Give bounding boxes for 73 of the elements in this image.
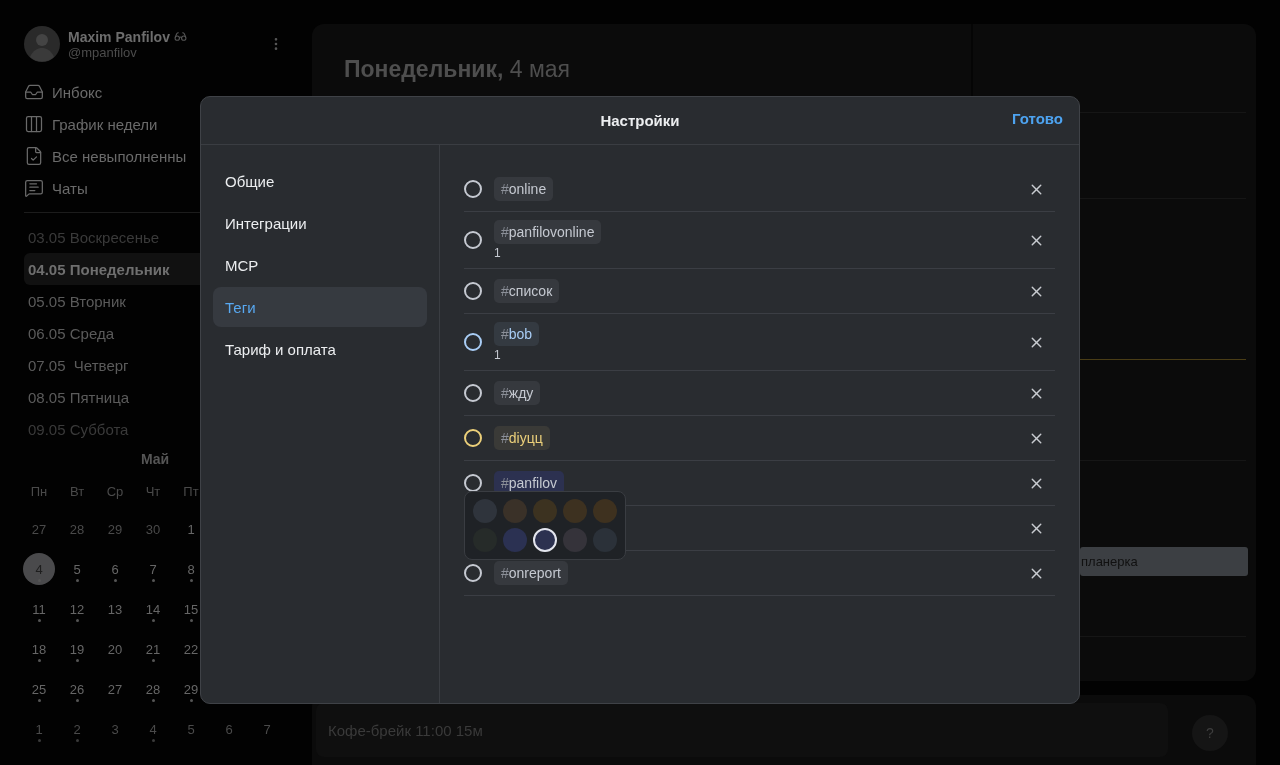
nav-item[interactable]: График недели [24,108,288,140]
chats-icon [24,178,44,198]
tag-chip: #onreport [494,561,568,585]
calendar-day[interactable]: 28 [137,673,169,705]
dialog-title: Настройки [600,112,680,129]
calendar-day[interactable]: 7 [251,713,283,745]
color-ring[interactable] [464,282,482,300]
user-handle: @mpanfilov [68,44,138,60]
nav-item[interactable]: Инбокс [24,76,288,108]
user-name: Maxim Panfilov [68,28,170,45]
calendar-day[interactable]: 1 [23,713,55,745]
settings-section[interactable]: Тариф и оплата [213,329,427,369]
calendar-day[interactable]: 20 [99,633,131,665]
weekday-label: Пн [29,483,49,501]
color-ring[interactable] [464,180,482,198]
weekday-label: Пт [182,483,200,501]
calendar-day[interactable]: 14 [137,593,169,625]
tag-chip: #online [494,177,554,201]
month-title: Май [139,451,171,467]
calendar-day[interactable]: 27 [23,513,55,545]
calendar-day[interactable]: 3 [99,713,131,745]
calendar-day[interactable]: 30 [137,513,169,545]
tag-chip: #жду [494,381,541,405]
calendar-day[interactable]: 6 [99,553,131,585]
calendar-day[interactable]: 4 [137,713,169,745]
tag-count: 1 [494,348,501,362]
calendar-day[interactable]: 6 [213,713,245,745]
calendar-day[interactable]: 19 [61,633,93,665]
calendar-day[interactable]: 8 [175,553,207,585]
tag-chip: #список [494,279,560,303]
calendar-day[interactable]: 5 [61,553,93,585]
calendar-day[interactable]: 12 [61,593,93,625]
calendar-day[interactable]: 27 [99,673,131,705]
calendar-day[interactable]: 26 [61,673,93,705]
calendar-day[interactable]: 15 [175,593,207,625]
color-ring[interactable] [464,231,482,249]
color-ring[interactable] [464,384,482,402]
color-swatch[interactable] [563,499,587,523]
calendar-day[interactable]: 5 [175,713,207,745]
glasses-icon [173,30,187,43]
calendar-day[interactable]: 28 [61,513,93,545]
settings-section[interactable]: Теги [213,287,427,327]
calendar-day[interactable]: 11 [23,593,55,625]
weekday-label: Вт [68,483,86,501]
color-swatch[interactable] [503,499,527,523]
weekday-label: Чт [144,483,162,501]
color-ring[interactable] [464,564,482,582]
week-icon [24,114,44,134]
color-swatch[interactable] [533,528,557,552]
tag-chip: #diyцц [494,426,550,450]
calendar-day[interactable]: 18 [23,633,55,665]
tag-chip: #bob [494,322,540,346]
done-button[interactable]: Готово [1011,110,1063,127]
calendar-day[interactable]: 25 [23,673,55,705]
calendar-day[interactable]: 13 [99,593,131,625]
todo-icon [24,146,44,166]
color-ring[interactable] [464,429,482,447]
calendar-day[interactable]: 29 [175,673,207,705]
weekday-label: Ср [105,483,125,501]
color-swatch[interactable] [503,528,527,552]
tag-count: 1 [494,246,501,260]
settings-section[interactable]: Интеграции [213,203,427,243]
day-heading: Понедельник, 4 мая [344,56,571,83]
color-swatch[interactable] [593,499,617,523]
tag-chip: #panfilovonline [494,220,602,244]
color-ring[interactable] [464,333,482,351]
calendar-day[interactable]: 21 [137,633,169,665]
inbox-icon [24,82,44,102]
color-swatch[interactable] [533,499,557,523]
calendar-day[interactable]: 7 [137,553,169,585]
avatar [24,26,60,62]
calendar-day[interactable]: 2 [61,713,93,745]
calendar-day[interactable]: 29 [99,513,131,545]
